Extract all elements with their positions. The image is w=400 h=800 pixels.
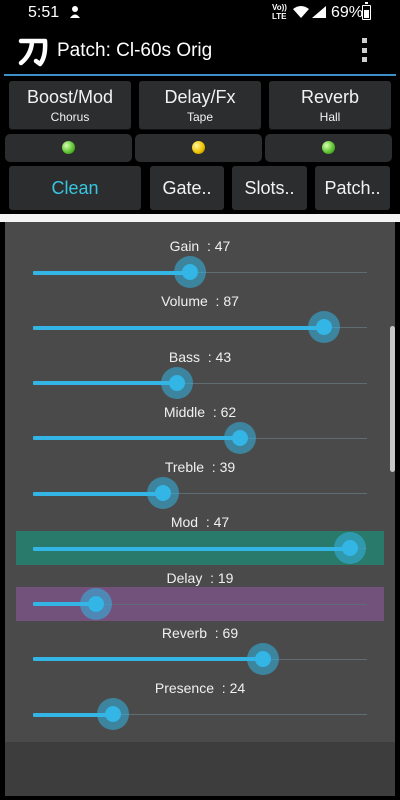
- delay-fx-led-toggle[interactable]: [135, 134, 262, 162]
- delay-label: Delay : 19: [166, 569, 234, 586]
- treble-slider-fill: [33, 491, 164, 496]
- action-bar: Patch: Cl-60s Orig: [0, 26, 400, 74]
- reverb-label: Reverb: [300, 87, 360, 107]
- boost-mod-label: Boost/Mod: [26, 87, 114, 107]
- bass-label: Bass : 43: [168, 348, 232, 365]
- reverb-slider-fill: [33, 657, 264, 662]
- battery-icon: [362, 2, 371, 20]
- reverb-button[interactable]: Reverb Hall: [269, 81, 391, 130]
- delay-slider-thumb[interactable]: [88, 595, 105, 612]
- status-time: 5:51: [28, 4, 60, 21]
- volte-indicator: Vo)) LTE: [272, 3, 287, 21]
- status-led-icon: [192, 141, 205, 154]
- middle-slider-fill: [33, 436, 241, 441]
- presence-label: Presence : 24: [154, 680, 246, 696]
- patch-title: Patch: Cl-60s Orig: [57, 40, 213, 61]
- status-bar: 5:51 Vo)) LTE 69%: [0, 0, 400, 26]
- boost-mod-type: Chorus: [50, 110, 90, 124]
- kanji-logo-icon[interactable]: [18, 35, 50, 67]
- bass-slider-thumb[interactable]: [168, 374, 185, 391]
- gain-slider-fill: [33, 270, 190, 275]
- bass-slider-fill: [33, 381, 177, 385]
- delay-fx-button[interactable]: Delay/Fx Tape: [139, 81, 261, 130]
- patch-button[interactable]: Patch..: [315, 166, 390, 210]
- volume-slider-fill: [33, 325, 324, 330]
- status-led-icon: [62, 141, 75, 154]
- mod-label: Mod : 47: [170, 514, 230, 531]
- status-led-icon: [322, 141, 335, 154]
- overflow-menu-icon[interactable]: [356, 38, 372, 62]
- middle-label: Middle : 62: [163, 403, 237, 420]
- wifi-icon: [293, 6, 309, 18]
- reverb-led-toggle[interactable]: [265, 134, 392, 162]
- delay-fx-type: Tape: [186, 110, 214, 124]
- battery-percent: 69%: [331, 4, 364, 21]
- action-bar-divider: [4, 74, 396, 76]
- reverb-type: Hall: [319, 110, 341, 124]
- gain-slider-thumb[interactable]: [181, 264, 198, 280]
- volume-slider-thumb[interactable]: [315, 319, 332, 336]
- notification-icon: [70, 6, 80, 18]
- gate-button[interactable]: Gate..: [150, 166, 224, 210]
- boost-mod-button[interactable]: Boost/Mod Chorus: [9, 81, 131, 130]
- clean-button[interactable]: Clean: [9, 166, 141, 210]
- bottom-panel: [5, 742, 395, 796]
- mod-slider-fill: [33, 546, 351, 551]
- delay-fx-label: Delay/Fx: [164, 87, 236, 107]
- signal-icon: [312, 6, 326, 18]
- scrollbar[interactable]: [390, 326, 395, 472]
- middle-slider-thumb[interactable]: [232, 429, 249, 446]
- treble-label: Treble : 39: [164, 459, 236, 475]
- volume-label: Volume : 87: [161, 293, 239, 310]
- gain-label: Gain : 47: [169, 238, 231, 254]
- section-divider: [0, 214, 400, 222]
- slots-button[interactable]: Slots..: [232, 166, 307, 210]
- boost-mod-led-toggle[interactable]: [5, 134, 132, 162]
- reverb-label: Reverb : 69: [161, 624, 239, 641]
